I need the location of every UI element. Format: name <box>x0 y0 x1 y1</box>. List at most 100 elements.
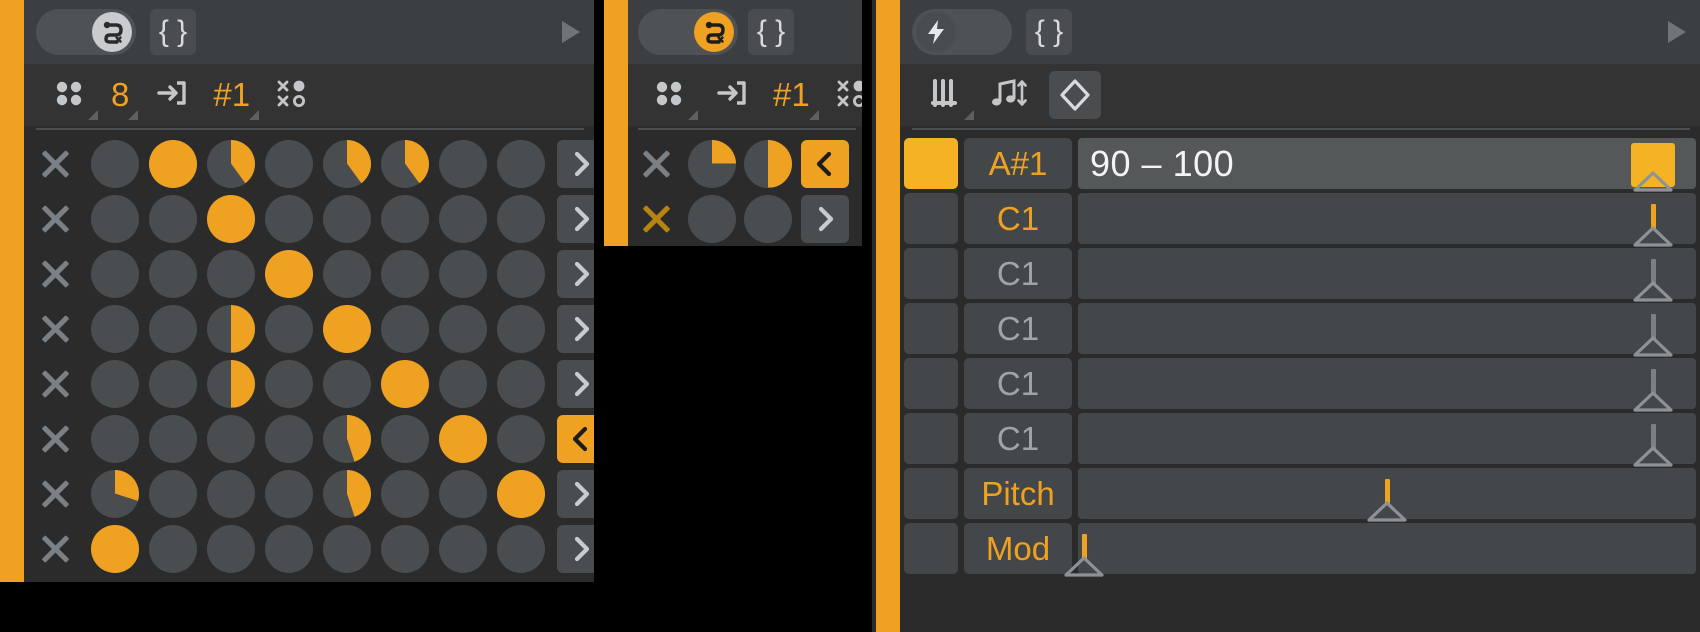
step-cell[interactable] <box>86 139 144 188</box>
step-cell[interactable] <box>144 249 202 298</box>
mute-toggle[interactable] <box>24 477 86 511</box>
step-cell[interactable] <box>492 249 550 298</box>
middle-enable-toggle[interactable] <box>638 9 738 55</box>
step-cell[interactable] <box>202 304 260 353</box>
resize-corner-icon[interactable] <box>88 110 98 120</box>
lane-label[interactable]: Mod <box>964 523 1072 574</box>
play-triangle-icon[interactable] <box>1668 21 1686 43</box>
right-code-button[interactable]: { } <box>1026 9 1072 55</box>
step-cell[interactable] <box>260 469 318 518</box>
lane-value-track[interactable] <box>1078 303 1696 357</box>
step-cell[interactable] <box>318 304 376 353</box>
play-triangle-icon[interactable] <box>562 21 580 43</box>
lane-value-track[interactable]: 90 – 100 <box>1078 138 1696 192</box>
sliders-icon[interactable] <box>914 64 976 126</box>
step-cell[interactable] <box>318 469 376 518</box>
step-cell[interactable] <box>492 194 550 243</box>
resize-corner-icon[interactable] <box>808 110 819 120</box>
step-cell[interactable] <box>376 194 434 243</box>
randomize-icon[interactable] <box>261 64 323 126</box>
four-dots-icon[interactable] <box>638 64 700 126</box>
step-cell[interactable] <box>260 524 318 573</box>
pattern-number[interactable]: #1 <box>202 64 261 126</box>
step-cell[interactable] <box>684 194 740 243</box>
step-cell[interactable] <box>86 194 144 243</box>
lane-enable-indicator[interactable] <box>904 468 958 519</box>
step-cell[interactable] <box>144 139 202 188</box>
pattern-number[interactable]: #1 <box>762 64 821 126</box>
step-cell[interactable] <box>492 139 550 188</box>
mute-toggle[interactable] <box>24 532 86 566</box>
lane-enable-indicator[interactable] <box>904 358 958 409</box>
lane-value-track[interactable] <box>1078 468 1696 522</box>
lane-label[interactable]: C1 <box>964 193 1072 244</box>
step-cell[interactable] <box>434 524 492 573</box>
collapse-arrow-button[interactable] <box>557 414 594 463</box>
resize-corner-icon[interactable] <box>249 110 260 120</box>
lane-enable-indicator[interactable] <box>904 193 958 244</box>
step-cell[interactable] <box>144 304 202 353</box>
mute-toggle[interactable] <box>24 312 86 346</box>
step-cell[interactable] <box>202 524 260 573</box>
four-dots-icon[interactable] <box>38 64 100 126</box>
step-cell[interactable] <box>684 139 740 188</box>
step-cell[interactable] <box>434 139 492 188</box>
mute-toggle[interactable] <box>24 367 86 401</box>
lane-label[interactable]: Pitch <box>964 468 1072 519</box>
step-cell[interactable] <box>86 469 144 518</box>
lane-enable-indicator[interactable] <box>904 303 958 354</box>
lane-enable-indicator[interactable] <box>904 248 958 299</box>
step-cell[interactable] <box>202 414 260 463</box>
step-cell[interactable] <box>492 359 550 408</box>
step-cell[interactable] <box>202 139 260 188</box>
step-cell[interactable] <box>740 194 796 243</box>
step-cell[interactable] <box>740 139 796 188</box>
step-cell[interactable] <box>434 359 492 408</box>
lane-enable-indicator[interactable] <box>904 523 958 574</box>
step-cell[interactable] <box>202 194 260 243</box>
left-enable-toggle[interactable] <box>36 9 136 55</box>
step-cell[interactable] <box>86 304 144 353</box>
step-cell[interactable] <box>492 304 550 353</box>
mute-toggle[interactable] <box>24 257 86 291</box>
step-cell[interactable] <box>144 469 202 518</box>
step-cell[interactable] <box>492 414 550 463</box>
expand-arrow-button[interactable] <box>557 359 594 408</box>
mute-toggle[interactable] <box>628 147 684 181</box>
step-cell[interactable] <box>260 139 318 188</box>
step-cell[interactable] <box>86 249 144 298</box>
lane-value-track[interactable] <box>1078 248 1696 302</box>
diamond-icon[interactable] <box>1038 64 1112 126</box>
note-updown-icon[interactable] <box>976 64 1038 126</box>
lane-value-track[interactable] <box>1078 193 1696 247</box>
collapse-arrow-button[interactable] <box>801 139 849 188</box>
step-cell[interactable] <box>260 304 318 353</box>
expand-arrow-button[interactable] <box>557 469 594 518</box>
step-cell[interactable] <box>376 249 434 298</box>
lane-label[interactable]: C1 <box>964 358 1072 409</box>
lane-value-track[interactable] <box>1064 523 1696 577</box>
step-cell[interactable] <box>260 414 318 463</box>
step-cell[interactable] <box>376 359 434 408</box>
step-cell[interactable] <box>260 249 318 298</box>
step-cell[interactable] <box>492 469 550 518</box>
step-cell[interactable] <box>318 139 376 188</box>
lane-label[interactable]: A#1 <box>964 138 1072 189</box>
mute-toggle[interactable] <box>24 202 86 236</box>
step-cell[interactable] <box>144 359 202 408</box>
lane-value-track[interactable] <box>1078 358 1696 412</box>
step-cell[interactable] <box>144 414 202 463</box>
step-cell[interactable] <box>202 249 260 298</box>
lane-label[interactable]: C1 <box>964 413 1072 464</box>
enter-arrow-icon[interactable] <box>700 64 762 126</box>
lane-enable-indicator[interactable] <box>904 413 958 464</box>
step-cell[interactable] <box>86 359 144 408</box>
resize-corner-icon[interactable] <box>964 110 974 120</box>
lane-value-track[interactable] <box>1078 413 1696 467</box>
step-cell[interactable] <box>492 524 550 573</box>
step-cell[interactable] <box>318 414 376 463</box>
step-count[interactable]: 8 <box>100 64 140 126</box>
step-cell[interactable] <box>144 524 202 573</box>
expand-arrow-button[interactable] <box>557 304 594 353</box>
expand-arrow-button[interactable] <box>557 524 594 573</box>
